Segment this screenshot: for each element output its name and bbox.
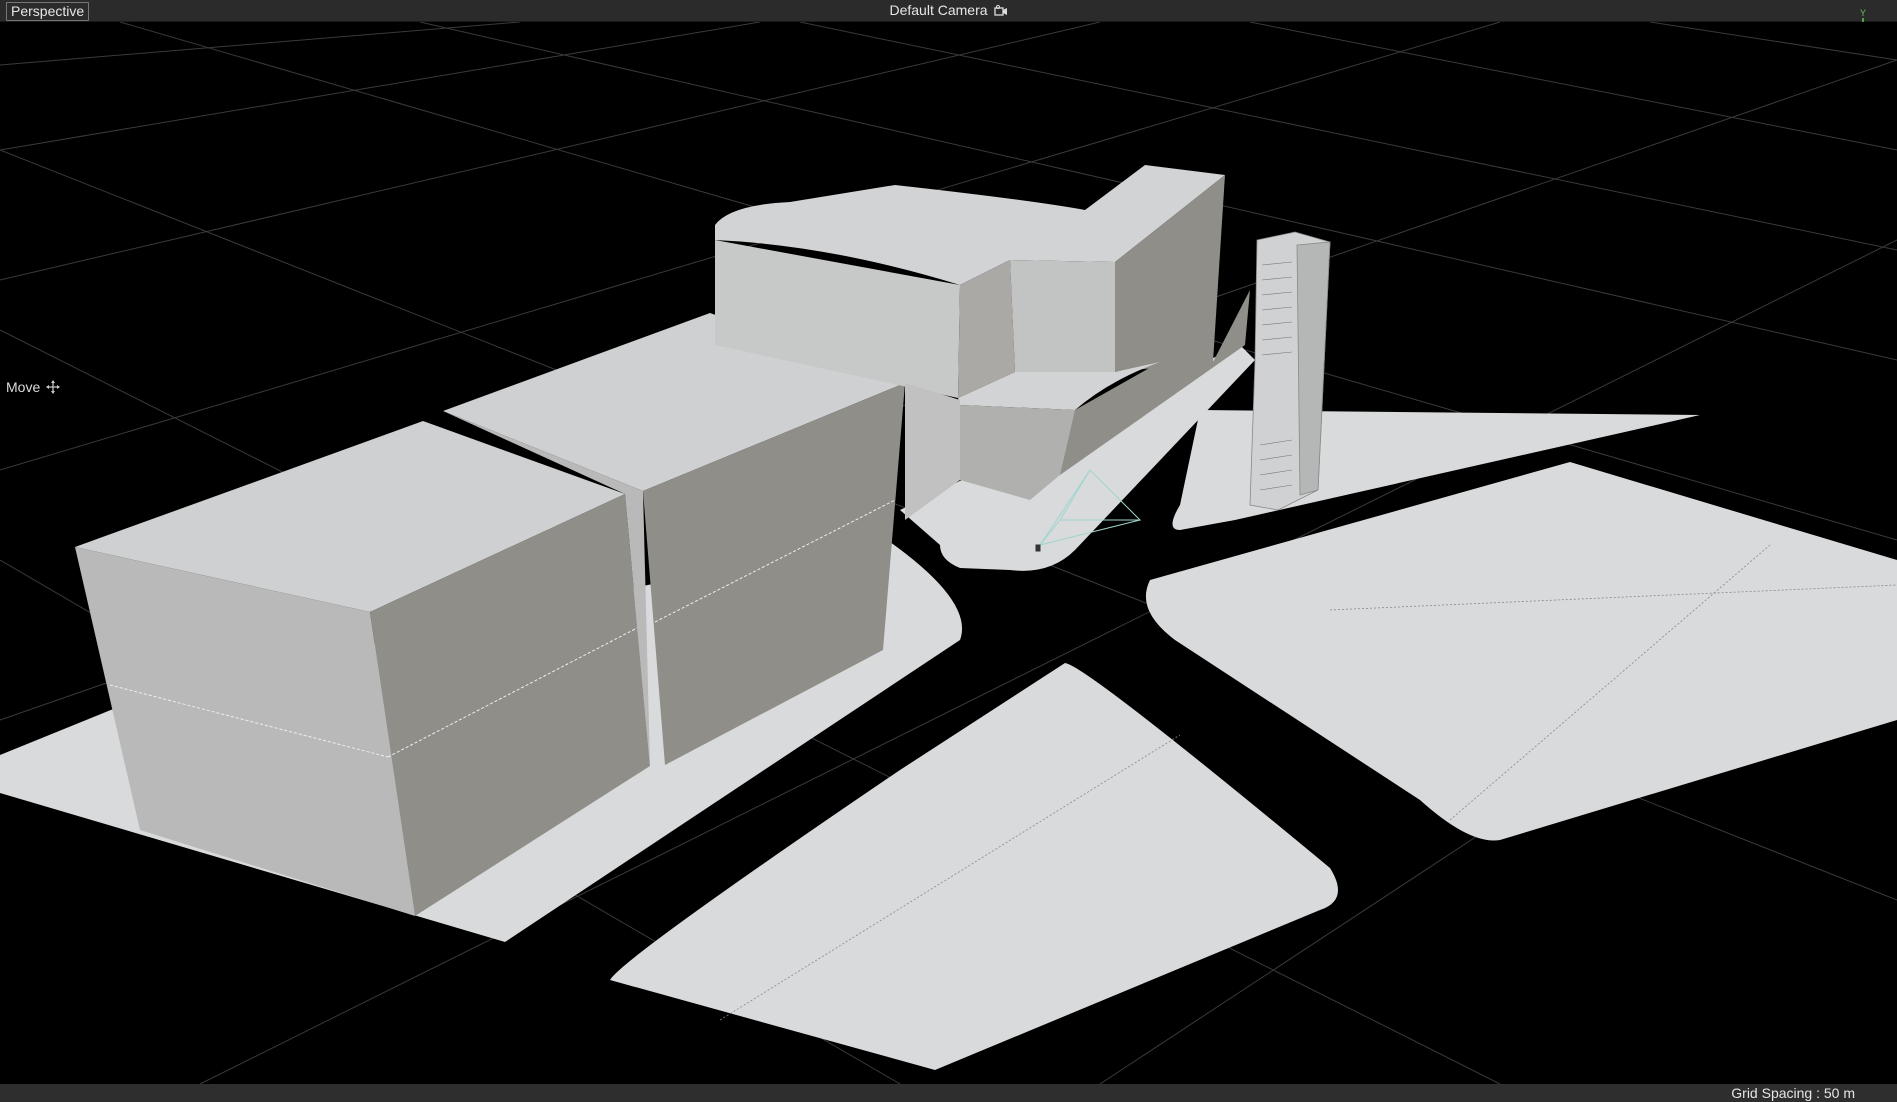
grid-spacing-readout: Grid Spacing : 50 m <box>1731 1085 1855 1101</box>
view-name[interactable]: Perspective <box>6 2 90 21</box>
axis-y-label: Y <box>1860 8 1866 18</box>
active-tool: Move <box>6 379 61 395</box>
viewport-footer: Grid Spacing : 50 m <box>0 1084 1897 1102</box>
3d-viewport[interactable]: Move <box>0 22 1897 1084</box>
camera-name: Default Camera <box>889 2 988 18</box>
camera-selector[interactable]: Default Camera <box>889 2 1007 19</box>
scene-canvas[interactable] <box>0 22 1897 1084</box>
tool-name: Move <box>6 379 41 395</box>
plot-right <box>1145 462 1897 841</box>
move-icon <box>46 380 61 394</box>
tower <box>1249 231 1331 511</box>
camera-icon[interactable] <box>993 4 1008 17</box>
viewport-header: Perspective Default Camera Y Z X <box>0 0 1897 54</box>
